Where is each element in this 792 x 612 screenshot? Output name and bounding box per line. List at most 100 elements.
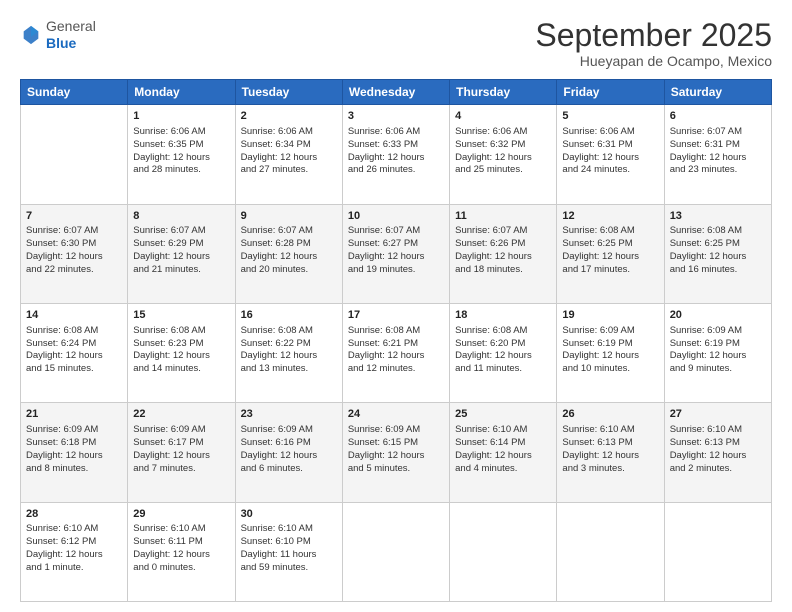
day-info: Sunrise: 6:09 AM [241, 424, 337, 437]
location: Hueyapan de Ocampo, Mexico [535, 53, 772, 69]
day-info: and 19 minutes. [348, 264, 444, 277]
calendar-row-2: 7Sunrise: 6:07 AMSunset: 6:30 PMDaylight… [21, 204, 772, 303]
day-info: Daylight: 12 hours [562, 251, 658, 264]
day-info: Sunrise: 6:09 AM [348, 424, 444, 437]
day-number: 19 [562, 308, 658, 323]
day-info: and 11 minutes. [455, 363, 551, 376]
day-info: Sunset: 6:28 PM [241, 238, 337, 251]
day-info: Sunset: 6:30 PM [26, 238, 122, 251]
header: General Blue September 2025 Hueyapan de … [20, 18, 772, 69]
calendar-cell: 9Sunrise: 6:07 AMSunset: 6:28 PMDaylight… [235, 204, 342, 303]
day-info: Daylight: 12 hours [133, 251, 229, 264]
calendar-cell [21, 105, 128, 204]
day-number: 15 [133, 308, 229, 323]
weekday-header-wednesday: Wednesday [342, 80, 449, 105]
day-info: Daylight: 12 hours [455, 450, 551, 463]
day-info: Daylight: 12 hours [348, 152, 444, 165]
calendar-cell: 27Sunrise: 6:10 AMSunset: 6:13 PMDayligh… [664, 403, 771, 502]
day-info: and 23 minutes. [670, 164, 766, 177]
day-info: Sunrise: 6:06 AM [455, 126, 551, 139]
day-number: 20 [670, 308, 766, 323]
calendar-cell: 29Sunrise: 6:10 AMSunset: 6:11 PMDayligh… [128, 502, 235, 601]
day-number: 11 [455, 209, 551, 224]
month-title: September 2025 [535, 18, 772, 53]
weekday-header-sunday: Sunday [21, 80, 128, 105]
calendar-cell: 10Sunrise: 6:07 AMSunset: 6:27 PMDayligh… [342, 204, 449, 303]
day-info: Daylight: 12 hours [241, 450, 337, 463]
weekday-header-thursday: Thursday [450, 80, 557, 105]
day-info: Daylight: 12 hours [455, 350, 551, 363]
day-number: 5 [562, 109, 658, 124]
day-info: Daylight: 12 hours [562, 152, 658, 165]
calendar-cell: 5Sunrise: 6:06 AMSunset: 6:31 PMDaylight… [557, 105, 664, 204]
day-info: and 27 minutes. [241, 164, 337, 177]
calendar-cell: 17Sunrise: 6:08 AMSunset: 6:21 PMDayligh… [342, 303, 449, 402]
calendar-row-3: 14Sunrise: 6:08 AMSunset: 6:24 PMDayligh… [21, 303, 772, 402]
day-info: Sunrise: 6:08 AM [348, 325, 444, 338]
day-info: Sunset: 6:25 PM [562, 238, 658, 251]
day-info: Sunrise: 6:09 AM [670, 325, 766, 338]
day-info: Sunset: 6:27 PM [348, 238, 444, 251]
day-info: Sunset: 6:31 PM [670, 139, 766, 152]
day-info: Sunrise: 6:10 AM [241, 523, 337, 536]
day-number: 22 [133, 407, 229, 422]
day-info: and 15 minutes. [26, 363, 122, 376]
calendar-cell: 23Sunrise: 6:09 AMSunset: 6:16 PMDayligh… [235, 403, 342, 502]
day-info: Daylight: 12 hours [133, 350, 229, 363]
weekday-header-tuesday: Tuesday [235, 80, 342, 105]
day-info: Sunrise: 6:06 AM [241, 126, 337, 139]
day-info: and 28 minutes. [133, 164, 229, 177]
day-info: Sunrise: 6:09 AM [133, 424, 229, 437]
day-info: Daylight: 12 hours [348, 350, 444, 363]
day-info: Sunrise: 6:08 AM [455, 325, 551, 338]
day-info: Daylight: 12 hours [241, 350, 337, 363]
day-info: Daylight: 12 hours [562, 450, 658, 463]
day-info: Sunrise: 6:08 AM [241, 325, 337, 338]
day-info: and 0 minutes. [133, 562, 229, 575]
calendar-cell: 25Sunrise: 6:10 AMSunset: 6:14 PMDayligh… [450, 403, 557, 502]
day-number: 21 [26, 407, 122, 422]
title-block: September 2025 Hueyapan de Ocampo, Mexic… [535, 18, 772, 69]
day-info: Sunrise: 6:07 AM [26, 225, 122, 238]
day-number: 18 [455, 308, 551, 323]
day-info: Daylight: 12 hours [455, 152, 551, 165]
day-info: Sunset: 6:12 PM [26, 536, 122, 549]
day-info: Daylight: 12 hours [26, 549, 122, 562]
day-info: Sunrise: 6:08 AM [26, 325, 122, 338]
day-info: Sunset: 6:22 PM [241, 338, 337, 351]
calendar-row-1: 1Sunrise: 6:06 AMSunset: 6:35 PMDaylight… [21, 105, 772, 204]
day-info: Sunrise: 6:07 AM [348, 225, 444, 238]
day-info: and 7 minutes. [133, 463, 229, 476]
day-info: Sunrise: 6:09 AM [562, 325, 658, 338]
day-number: 24 [348, 407, 444, 422]
calendar-cell: 12Sunrise: 6:08 AMSunset: 6:25 PMDayligh… [557, 204, 664, 303]
calendar-cell: 13Sunrise: 6:08 AMSunset: 6:25 PMDayligh… [664, 204, 771, 303]
day-info: Sunset: 6:10 PM [241, 536, 337, 549]
day-info: Sunrise: 6:06 AM [562, 126, 658, 139]
calendar-cell: 24Sunrise: 6:09 AMSunset: 6:15 PMDayligh… [342, 403, 449, 502]
day-number: 2 [241, 109, 337, 124]
day-info: Sunset: 6:32 PM [455, 139, 551, 152]
calendar-cell: 26Sunrise: 6:10 AMSunset: 6:13 PMDayligh… [557, 403, 664, 502]
day-info: Sunset: 6:19 PM [562, 338, 658, 351]
day-info: Sunset: 6:35 PM [133, 139, 229, 152]
day-info: and 4 minutes. [455, 463, 551, 476]
calendar-cell: 8Sunrise: 6:07 AMSunset: 6:29 PMDaylight… [128, 204, 235, 303]
day-info: and 6 minutes. [241, 463, 337, 476]
day-number: 6 [670, 109, 766, 124]
day-info: and 10 minutes. [562, 363, 658, 376]
day-info: Sunset: 6:34 PM [241, 139, 337, 152]
day-info: Sunset: 6:13 PM [670, 437, 766, 450]
day-number: 7 [26, 209, 122, 224]
day-info: Sunset: 6:29 PM [133, 238, 229, 251]
day-info: Daylight: 12 hours [670, 450, 766, 463]
day-info: Sunset: 6:33 PM [348, 139, 444, 152]
logo-icon [20, 24, 42, 46]
day-info: and 59 minutes. [241, 562, 337, 575]
weekday-header-saturday: Saturday [664, 80, 771, 105]
day-info: Sunset: 6:23 PM [133, 338, 229, 351]
day-info: Sunrise: 6:08 AM [670, 225, 766, 238]
day-info: and 8 minutes. [26, 463, 122, 476]
logo-blue: Blue [46, 35, 76, 51]
calendar-cell [450, 502, 557, 601]
